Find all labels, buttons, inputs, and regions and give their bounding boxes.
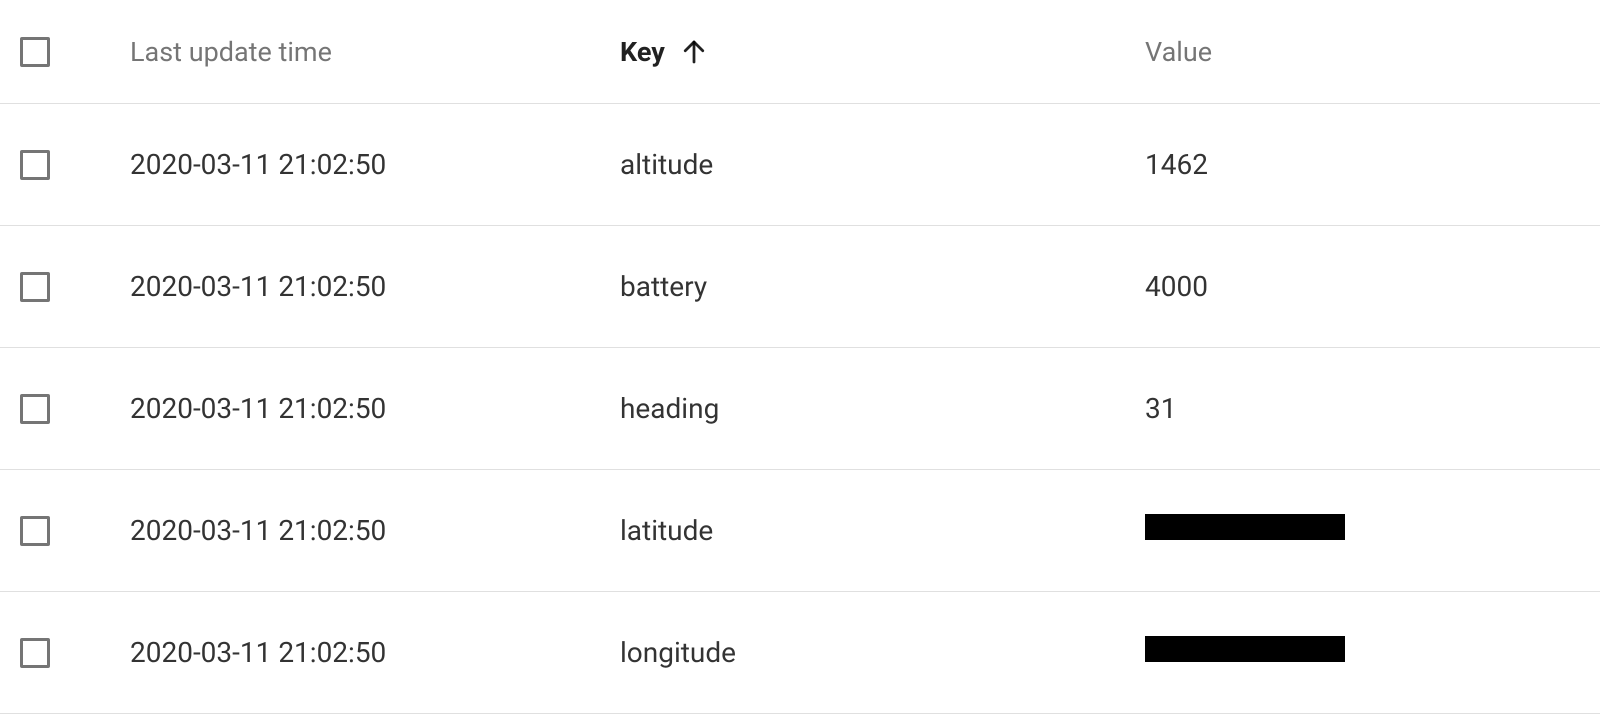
row-checkbox[interactable] bbox=[20, 272, 50, 302]
cell-key: latitude bbox=[620, 514, 1145, 547]
row-checkbox[interactable] bbox=[20, 150, 50, 180]
cell-last-update-time: 2020-03-11 21:02:50 bbox=[130, 392, 620, 425]
table-row: 2020-03-11 21:02:50battery4000 bbox=[0, 226, 1600, 348]
cell-value bbox=[1145, 514, 1580, 547]
redacted-value bbox=[1145, 636, 1345, 662]
header-value-label: Value bbox=[1145, 36, 1212, 68]
cell-value bbox=[1145, 636, 1580, 669]
header-key[interactable]: Key bbox=[620, 36, 1145, 68]
cell-last-update-time: 2020-03-11 21:02:50 bbox=[130, 270, 620, 303]
header-last-update-time[interactable]: Last update time bbox=[130, 36, 620, 68]
cell-value: 31 bbox=[1145, 392, 1580, 425]
row-checkbox[interactable] bbox=[20, 516, 50, 546]
cell-key: longitude bbox=[620, 636, 1145, 669]
table-row: 2020-03-11 21:02:50longitude bbox=[0, 592, 1600, 714]
header-value[interactable]: Value bbox=[1145, 36, 1580, 68]
table-row: 2020-03-11 21:02:50altitude1462 bbox=[0, 104, 1600, 226]
table-header-row: Last update time Key Value bbox=[0, 0, 1600, 104]
cell-last-update-time: 2020-03-11 21:02:50 bbox=[130, 636, 620, 669]
cell-last-update-time: 2020-03-11 21:02:50 bbox=[130, 514, 620, 547]
cell-last-update-time: 2020-03-11 21:02:50 bbox=[130, 148, 620, 181]
row-checkbox[interactable] bbox=[20, 638, 50, 668]
redacted-value bbox=[1145, 514, 1345, 540]
cell-value: 1462 bbox=[1145, 148, 1580, 181]
select-all-checkbox[interactable] bbox=[20, 37, 50, 67]
cell-key: altitude bbox=[620, 148, 1145, 181]
header-key-label: Key bbox=[620, 36, 665, 68]
header-time-label: Last update time bbox=[130, 36, 332, 68]
telemetry-table: Last update time Key Value 2020-03-11 21… bbox=[0, 0, 1600, 714]
table-row: 2020-03-11 21:02:50latitude bbox=[0, 470, 1600, 592]
row-checkbox[interactable] bbox=[20, 394, 50, 424]
arrow-up-icon bbox=[679, 37, 709, 67]
cell-value: 4000 bbox=[1145, 270, 1580, 303]
cell-key: battery bbox=[620, 270, 1145, 303]
cell-key: heading bbox=[620, 392, 1145, 425]
table-row: 2020-03-11 21:02:50heading31 bbox=[0, 348, 1600, 470]
